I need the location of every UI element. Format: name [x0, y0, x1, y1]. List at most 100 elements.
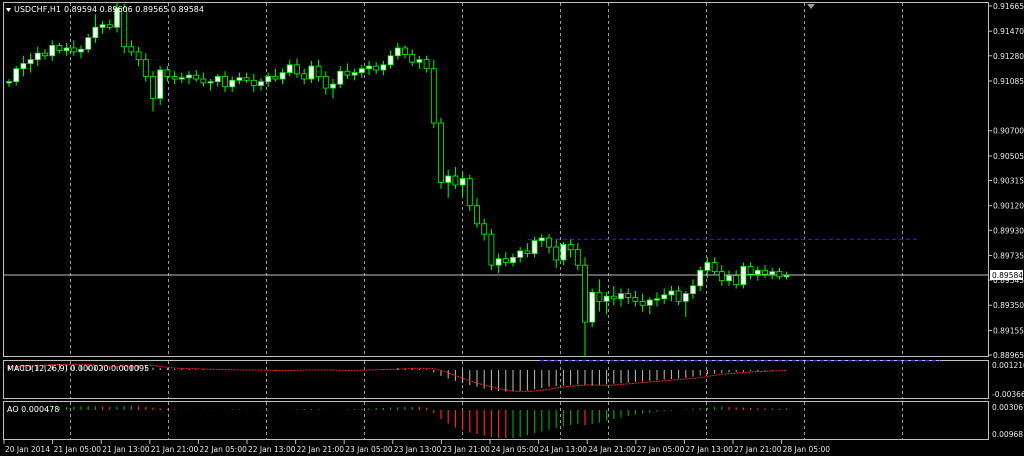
candle-bull — [6, 81, 12, 84]
candle-bull — [358, 68, 365, 73]
candle-bull — [769, 271, 776, 275]
candle-bear — [574, 249, 581, 266]
candle-bull — [560, 244, 567, 261]
candle-bull — [510, 257, 516, 263]
candle-bear — [402, 47, 408, 55]
candle-bear — [733, 275, 740, 285]
candle-bear — [524, 250, 531, 254]
candle-bull — [394, 47, 401, 57]
candle-bear — [452, 175, 459, 186]
candle-bear — [56, 45, 63, 51]
candle-bull — [265, 76, 272, 83]
candle-bear — [546, 237, 552, 248]
macd-axis-bottom: -0.003665 — [992, 390, 1024, 399]
candle-bull — [380, 64, 387, 71]
time-axis-label: 22 Jan 13:00 — [248, 445, 296, 454]
candle-bear — [135, 51, 142, 61]
candle-bull — [214, 76, 221, 83]
candle-bull — [646, 299, 653, 306]
candle-bear — [142, 59, 149, 77]
candle-bull — [726, 275, 732, 282]
candle-bull — [416, 59, 423, 63]
price-axis-label: 0.89350 — [993, 301, 1024, 310]
price-axis-label: 0.90315 — [993, 177, 1024, 186]
price-axis-label: 0.89155 — [993, 326, 1024, 335]
candle-bull — [351, 72, 358, 76]
candle-bear — [106, 24, 113, 28]
candle-bull — [99, 24, 106, 28]
macd-pane-label: MACD(12,26,9) 0.000020 0.000095 — [7, 364, 149, 373]
candle-bull — [654, 298, 660, 301]
trading-chart[interactable]: USDCHF,H1 0.89594 0.89606 0.89565 0.8958… — [0, 0, 1024, 456]
chart-symbol-title: USDCHF,H1 — [14, 5, 61, 14]
ao-pane-label: AO 0.000478 — [7, 405, 59, 414]
time-axis-label: 21 Jan 21:00 — [151, 445, 199, 454]
candle-bull — [740, 266, 747, 285]
candle-bull — [34, 52, 41, 61]
time-axis-label: 22 Jan 21:00 — [297, 445, 345, 454]
candle-bull — [20, 63, 27, 70]
candle-bear — [625, 293, 632, 298]
candle-bull — [538, 237, 545, 242]
candle-bull — [589, 291, 596, 323]
candle-bull — [286, 64, 293, 73]
candle-bear — [639, 300, 646, 306]
ao-axis-top: 0.003067 — [992, 403, 1024, 412]
time-axis-label: 23 Jan 05:00 — [345, 445, 393, 454]
candle-bear — [675, 290, 682, 302]
candle-bear — [596, 291, 603, 302]
candle-bear — [315, 65, 322, 77]
candle-bull — [157, 69, 164, 99]
candle-bull — [330, 83, 336, 89]
candle-bear — [200, 78, 207, 84]
candle-bear — [150, 76, 156, 99]
candle-bear — [711, 262, 718, 273]
price-axis-label: 0.90700 — [993, 127, 1024, 136]
candle-bull — [661, 294, 668, 300]
candle-bear — [553, 246, 560, 261]
candle-bear — [272, 76, 279, 80]
price-axis-label: 0.91085 — [993, 77, 1024, 86]
candle-bear — [164, 69, 171, 77]
price-axis-label: 0.89735 — [993, 251, 1024, 260]
candle-bear — [632, 297, 639, 302]
candle-bull — [308, 65, 315, 80]
candle-bull — [445, 175, 452, 183]
price-axis-label: 0.91470 — [993, 27, 1024, 36]
candle-bull — [49, 45, 56, 57]
candle-bull — [754, 269, 761, 275]
candle-bear — [128, 46, 135, 53]
candle-bear — [250, 79, 257, 86]
candle-bull — [27, 59, 34, 64]
candle-bear — [776, 271, 783, 278]
candle-bull — [13, 68, 20, 83]
candle-bull — [387, 55, 394, 66]
price-axis: 0.91665 0.91470 0.91280 0.91085 0.90700 0.905… — [988, 2, 1024, 360]
candle-bear — [344, 70, 351, 76]
candle-bull — [186, 74, 192, 79]
candle-bear — [423, 59, 430, 70]
candle-bear — [430, 68, 437, 124]
time-axis-label: 23 Jan 21:00 — [442, 445, 490, 454]
macd-axis-top: 0.001216 — [992, 361, 1024, 370]
time-axis-label: 21 Jan 05:00 — [54, 445, 102, 454]
candle-bear — [42, 52, 48, 57]
candle-bear — [481, 223, 488, 235]
candle-bull — [603, 295, 610, 302]
time-axis-label: 27 Jan 05:00 — [637, 445, 685, 454]
candle-bear — [171, 76, 178, 80]
candle-bull — [690, 285, 696, 295]
candle-bull — [697, 269, 704, 287]
candle-bull — [78, 48, 84, 53]
time-axis-label: 22 Jan 05:00 — [199, 445, 247, 454]
candle-bear — [294, 64, 300, 75]
candle-bear — [610, 295, 617, 300]
candle-bear — [409, 54, 416, 63]
candle-bear — [70, 47, 77, 53]
ao-axis-bottom: 0.00968 — [992, 430, 1023, 439]
candle-bull — [236, 77, 243, 81]
chart-background — [0, 0, 1024, 456]
candle-bull — [63, 47, 70, 51]
candle-bull — [85, 37, 92, 50]
time-axis-label: 23 Jan 13:00 — [394, 445, 442, 454]
